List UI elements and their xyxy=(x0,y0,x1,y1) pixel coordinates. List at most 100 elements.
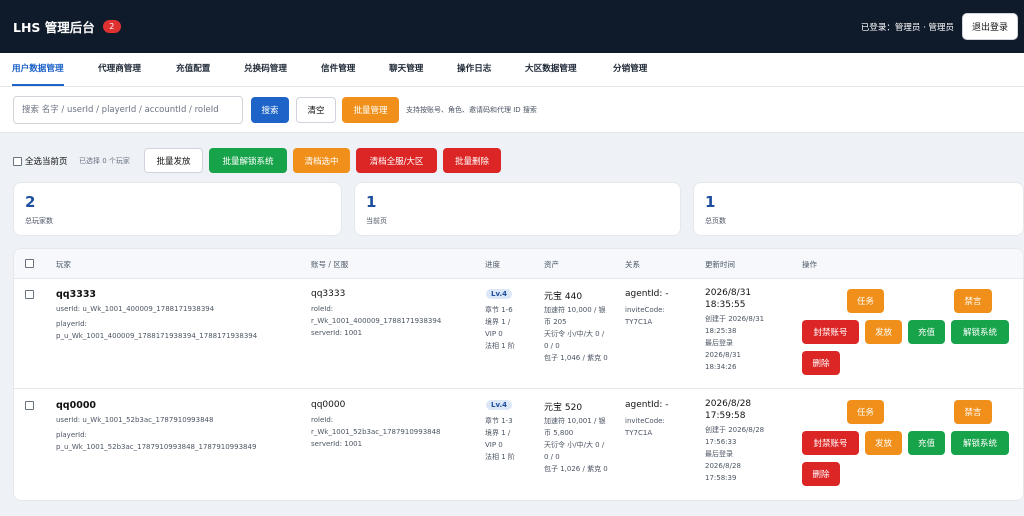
bulk-delete-button[interactable]: 批量删除 xyxy=(443,148,501,173)
playerid-label: playerId: xyxy=(56,320,87,328)
created-label: 创建于 2026/8/28 xyxy=(705,426,765,434)
unlock-system-button[interactable]: 解锁系统 xyxy=(951,431,1009,455)
tab-user-data[interactable]: 用户数据管理 xyxy=(12,53,64,86)
progress-faxiang: 法相 1 阶 xyxy=(485,453,515,461)
clear-all-server-button[interactable]: 清档全服/大区 xyxy=(356,148,437,173)
reset-password-button[interactable]: 重置密码 xyxy=(890,289,948,313)
created-time: 17:56:33 xyxy=(705,438,737,446)
stat-total-pages: 1 总页数 xyxy=(693,182,1024,236)
delete-button[interactable]: 删除 xyxy=(802,351,840,375)
progress-faxiang: 法相 1 阶 xyxy=(485,342,515,350)
bulk-action-bar: 全选当前页 已选择 0 个玩家 批量发放 批量解锁系统 清档选中 清档全服/大区… xyxy=(0,134,1024,178)
stat-total-players: 2 总玩家数 xyxy=(13,182,342,236)
asset-line: 加速符 10,001 / 银币 5,800 xyxy=(544,417,606,437)
search-button[interactable]: 搜索 xyxy=(251,97,289,123)
ban-account-button[interactable]: 封禁账号 xyxy=(802,431,859,455)
progress-details: 章节 1-6 境界 1 / VIP 0 法相 1 阶 xyxy=(485,304,515,352)
search-toolbar: 搜索 清空 批量管理 支持按账号、角色、邀请码和代理 ID 搜索 xyxy=(0,87,1024,133)
col-actions: 操作 xyxy=(802,260,817,269)
stat-value: 1 xyxy=(705,193,716,211)
asset-yuanbao: 元宝 440 xyxy=(544,292,583,302)
table-row: qq3333 userId: u_Wk_1001_400009_17881719… xyxy=(14,279,1023,389)
updated-clock: 18:35:55 xyxy=(705,300,746,310)
reset-password-button[interactable]: 重置密码 xyxy=(890,400,948,424)
stat-current-page: 1 当前页 xyxy=(354,182,681,236)
recharge-button[interactable]: 充值 xyxy=(908,320,945,344)
asset-line: 天衍令 小/中/大 0 / 0 / 0 xyxy=(544,330,605,350)
bulk-unlock-button[interactable]: 批量解锁系统 xyxy=(209,148,287,173)
edit-button[interactable]: 编辑 xyxy=(802,289,841,313)
progress-vip: VIP 0 xyxy=(485,441,503,449)
bulk-manage-button[interactable]: 批量管理 xyxy=(342,97,399,123)
account-name: qq0000 xyxy=(311,400,346,410)
tab-redeem-codes[interactable]: 兑换码管理 xyxy=(244,53,287,86)
select-all-toggle[interactable]: 全选当前页 xyxy=(13,155,68,167)
search-input[interactable] xyxy=(13,96,243,124)
unlock-system-button[interactable]: 解锁系统 xyxy=(951,320,1009,344)
clear-button[interactable]: 清空 xyxy=(296,97,336,123)
stat-label: 当前页 xyxy=(366,217,387,225)
task-button[interactable]: 任务 xyxy=(847,400,884,424)
search-hint: 支持按账号、角色、邀请码和代理 ID 搜索 xyxy=(406,106,537,114)
task-button[interactable]: 任务 xyxy=(847,289,884,313)
select-all-checkbox[interactable] xyxy=(13,156,22,166)
stat-label: 总玩家数 xyxy=(25,217,53,225)
playerid-label: playerId: xyxy=(56,431,87,439)
invite-value: TY7C1A xyxy=(625,318,653,326)
grant-button[interactable]: 发放 xyxy=(865,431,902,455)
lastlogin-time: 18:34:26 xyxy=(705,363,737,371)
header-right: 已登录：管理员 · 管理员 退出登录 xyxy=(861,13,1018,40)
table-header: 玩家 账号 / 区服 进度 资产 关系 更新时间 操作 xyxy=(14,249,1023,279)
progress-chapter: 章节 1-3 xyxy=(485,417,513,425)
progress-vip: VIP 0 xyxy=(485,330,503,338)
lastlogin-label: 最后登录 xyxy=(705,450,733,458)
player-playerid: playerId: p_u_Wk_1001_52b3ac_17879109938… xyxy=(56,429,256,453)
stat-value: 1 xyxy=(366,193,377,211)
roleid-value: r_Wk_1001_52b3ac_1787910993848 xyxy=(311,428,441,436)
app-title: LHS 管理后台 xyxy=(13,20,95,35)
progress-realm: 境界 1 / xyxy=(485,318,511,326)
clear-selected-button[interactable]: 清档选中 xyxy=(293,148,350,173)
mute-button[interactable]: 禁言 xyxy=(954,400,992,424)
select-all-label: 全选当前页 xyxy=(25,157,68,167)
tab-recharge-config[interactable]: 充值配置 xyxy=(176,53,210,86)
col-updated: 更新时间 xyxy=(705,260,735,269)
tab-mail[interactable]: 信件管理 xyxy=(321,53,355,86)
serverid: serverId: 1001 xyxy=(311,440,363,448)
lastlogin-date: 2026/8/28 xyxy=(705,462,741,470)
logout-button[interactable]: 退出登录 xyxy=(961,13,1018,40)
account-name: qq3333 xyxy=(311,289,346,299)
edit-button[interactable]: 编辑 xyxy=(802,400,841,424)
col-account: 账号 / 区服 xyxy=(311,260,349,269)
tab-chat[interactable]: 聊天管理 xyxy=(389,53,423,86)
progress-details: 章节 1-3 境界 1 / VIP 0 法相 1 阶 xyxy=(485,415,515,463)
row-checkbox[interactable] xyxy=(25,290,34,299)
invite-value: TY7C1A xyxy=(625,429,653,437)
progress-realm: 境界 1 / xyxy=(485,429,511,437)
header-checkbox[interactable] xyxy=(25,259,34,268)
asset-line: 天衍令 小/中/大 0 / 0 / 0 xyxy=(544,441,605,461)
invite-code: inviteCode: TY7C1A xyxy=(625,415,665,439)
notification-badge[interactable]: 2 xyxy=(102,20,121,33)
player-table: 玩家 账号 / 区服 进度 资产 关系 更新时间 操作 qq3333 userI… xyxy=(13,248,1024,501)
roleid-value: r_Wk_1001_400009_1788171938394 xyxy=(311,317,442,325)
roleid-label: roleId: xyxy=(311,305,334,313)
ban-account-button[interactable]: 封禁账号 xyxy=(802,320,859,344)
grant-button[interactable]: 发放 xyxy=(865,320,902,344)
tab-distribution[interactable]: 分销管理 xyxy=(613,53,647,86)
tab-logs[interactable]: 操作日志 xyxy=(457,53,491,86)
delete-button[interactable]: 删除 xyxy=(802,462,840,486)
lastlogin-label: 最后登录 xyxy=(705,339,733,347)
invite-code: inviteCode: TY7C1A xyxy=(625,304,665,328)
asset-line: 包子 1,026 / 紫克 0 xyxy=(544,465,608,473)
row-checkbox[interactable] xyxy=(25,401,34,410)
col-player: 玩家 xyxy=(56,260,71,269)
col-relation: 关系 xyxy=(625,260,640,269)
bulk-grant-button[interactable]: 批量发放 xyxy=(144,148,203,173)
mute-button[interactable]: 禁言 xyxy=(954,289,992,313)
tab-region-data[interactable]: 大区数据管理 xyxy=(525,53,577,86)
top-header: LHS 管理后台 2 已登录：管理员 · 管理员 退出登录 xyxy=(0,0,1024,53)
level-badge: Lv.4 xyxy=(486,289,512,299)
tab-agents[interactable]: 代理商管理 xyxy=(98,53,141,86)
recharge-button[interactable]: 充值 xyxy=(908,431,945,455)
